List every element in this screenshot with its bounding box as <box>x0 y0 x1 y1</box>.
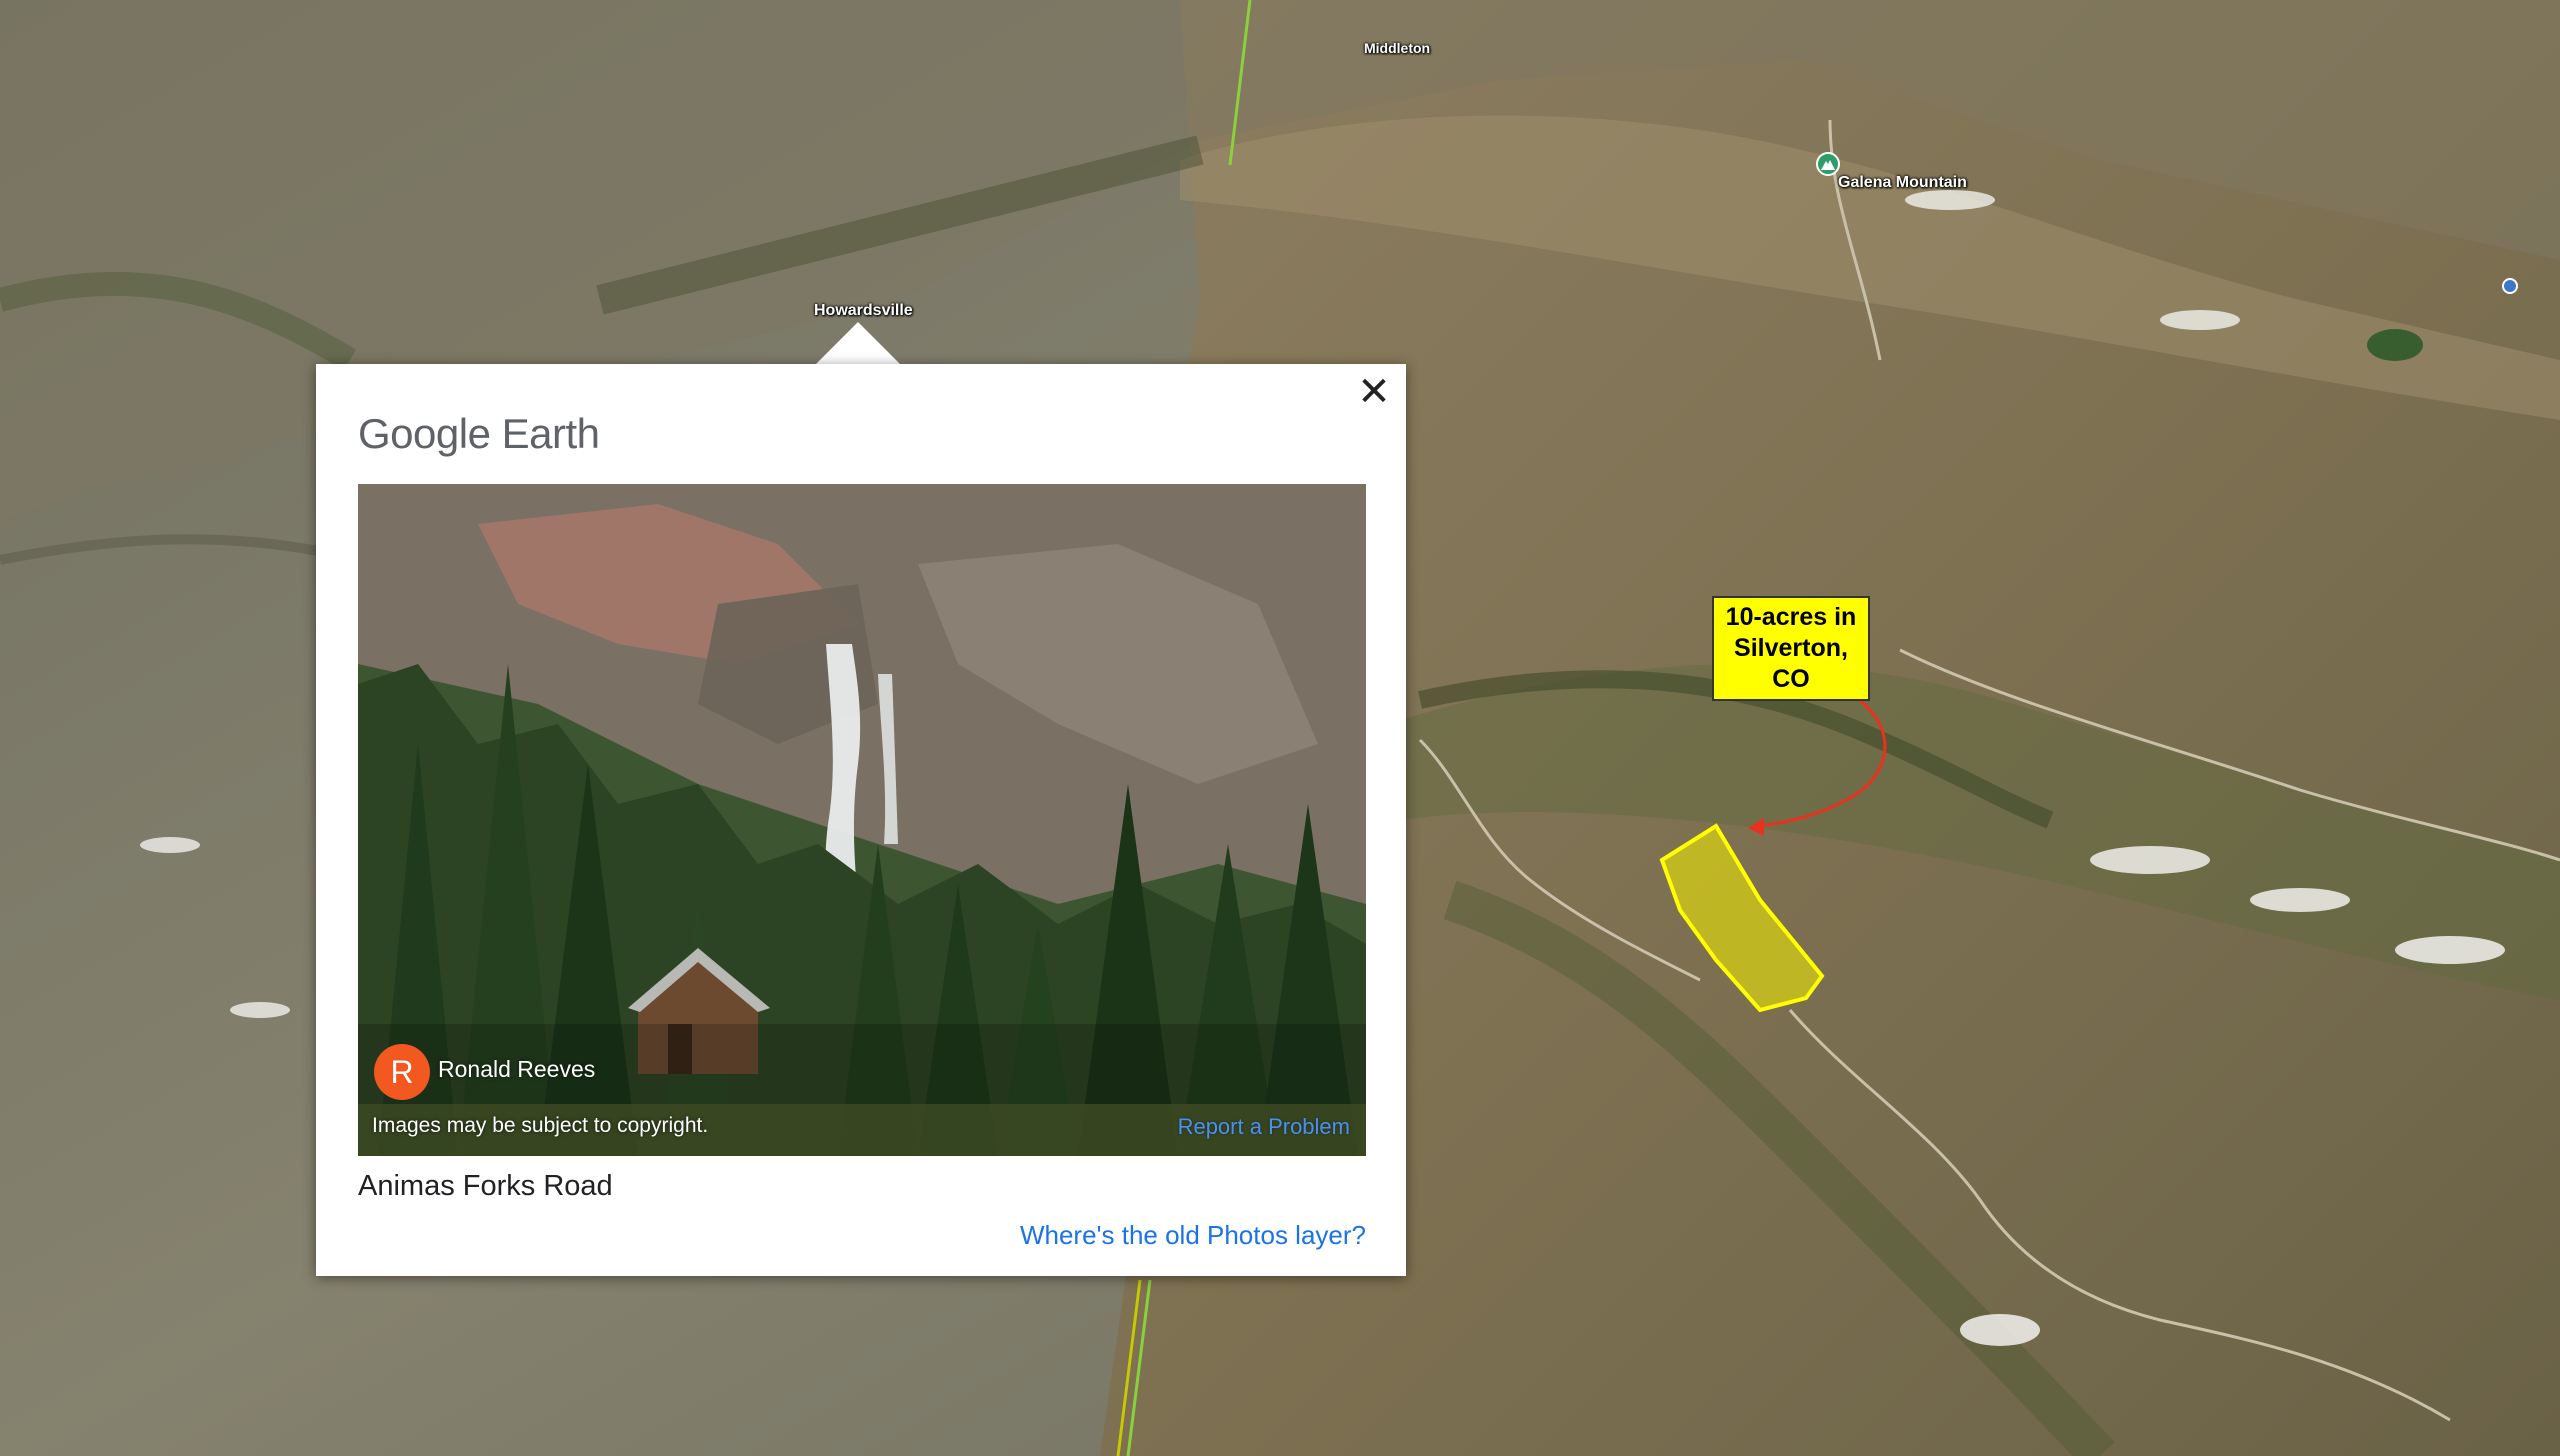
parcel-callout: 10-acres in Silverton, CO <box>1712 596 1870 701</box>
label-middleton: Middleton <box>1364 40 1431 56</box>
copyright-notice: Images may be subject to copyright. <box>372 1114 709 1137</box>
google-earth-logo: Google Earth <box>358 410 600 458</box>
label-howardsville: Howardsville <box>814 302 913 319</box>
brand-earth: Earth <box>501 410 600 457</box>
mountain-icon[interactable] <box>1816 152 1840 176</box>
place-photo[interactable]: R Ronald Reeves Images may be subject to… <box>358 484 1366 1156</box>
close-icon[interactable]: ✕ <box>1352 370 1396 414</box>
place-title: Animas Forks Road <box>358 1170 613 1202</box>
photo-popup: ✕ Google Earth R Ronald Reeves Images ma… <box>316 364 1406 1276</box>
author-avatar[interactable]: R <box>374 1044 430 1100</box>
report-problem-link[interactable]: Report a Problem <box>1178 1114 1350 1140</box>
callout-line-2: Silverton, CO <box>1734 634 1848 693</box>
poi-marker-icon[interactable] <box>2502 278 2518 294</box>
brand-google: Google <box>358 410 491 457</box>
popup-pointer <box>814 322 902 366</box>
author-name[interactable]: Ronald Reeves <box>438 1056 595 1083</box>
label-galena-mountain: Galena Mountain <box>1838 174 1967 191</box>
callout-line-1: 10-acres in <box>1725 603 1857 631</box>
old-photos-layer-link[interactable]: Where's the old Photos layer? <box>1020 1220 1366 1251</box>
